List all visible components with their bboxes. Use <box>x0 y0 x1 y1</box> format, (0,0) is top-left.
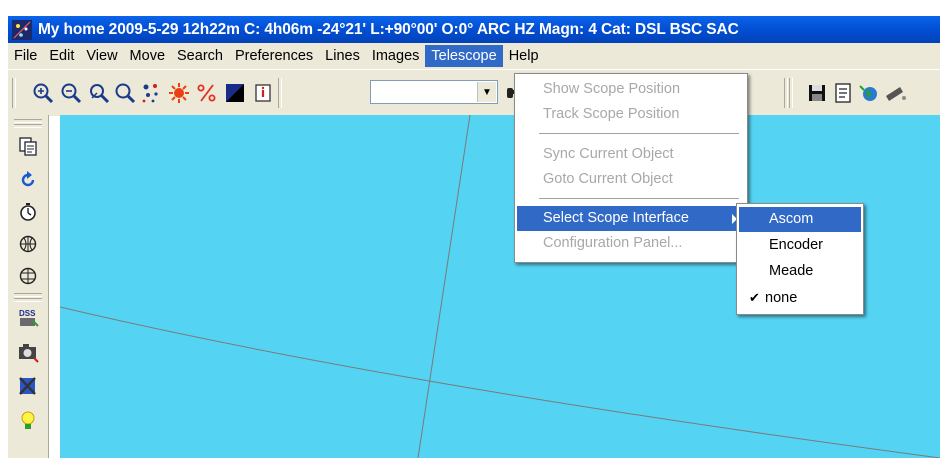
toolbar-grip[interactable] <box>789 78 793 108</box>
save-icon[interactable] <box>804 80 830 106</box>
toolbar-grip[interactable] <box>14 124 42 128</box>
menu-preferences[interactable]: Preferences <box>229 45 319 67</box>
chevron-down-icon[interactable]: ▼ <box>477 82 496 102</box>
menu-show-scope-position[interactable]: Show Scope Position <box>517 77 745 102</box>
window-title: My home 2009-5-29 12h22m C: 4h06m -24°21… <box>38 20 739 38</box>
menu-separator <box>539 198 739 199</box>
stars-icon[interactable] <box>138 80 164 106</box>
svg-text:DSS: DSS <box>19 309 36 318</box>
menu-select-scope-interface[interactable]: Select Scope Interface <box>517 206 745 231</box>
zoom-out-icon[interactable] <box>58 80 84 106</box>
submenu-none[interactable]: ✔ none <box>739 285 861 310</box>
menu-telescope[interactable]: Telescope <box>425 45 503 67</box>
camera-icon[interactable] <box>15 339 41 365</box>
left-toolbar: DSS <box>8 115 49 458</box>
window-top-strip <box>0 0 940 16</box>
menu-help[interactable]: Help <box>503 45 545 67</box>
grid-eq-icon[interactable] <box>15 231 41 257</box>
telescope-dropdown-menu: Show Scope Position Track Scope Position… <box>514 73 748 263</box>
scope-interface-submenu: Ascom Encoder Meade ✔ none <box>736 203 864 315</box>
refresh-icon[interactable] <box>15 167 41 193</box>
app-icon <box>12 19 32 40</box>
telescope-icon[interactable] <box>882 80 908 106</box>
skychart-window: My home 2009-5-29 12h22m C: 4h06m -24°21… <box>0 0 940 458</box>
zoom-in-icon[interactable] <box>30 80 56 106</box>
zoom-area-icon[interactable] <box>86 80 112 106</box>
menu-lines[interactable]: Lines <box>319 45 366 67</box>
submenu-meade[interactable]: Meade <box>739 259 861 284</box>
menu-select-scope-interface-label: Select Scope Interface <box>543 210 689 226</box>
toolbar-grip[interactable] <box>14 293 42 297</box>
menu-separator <box>539 133 739 134</box>
menu-sync-current-object[interactable]: Sync Current Object <box>517 142 745 167</box>
submenu-ascom[interactable]: Ascom <box>739 207 861 232</box>
submenu-none-label: none <box>765 290 798 306</box>
menu-edit[interactable]: Edit <box>43 45 80 67</box>
info-icon[interactable] <box>250 80 276 106</box>
menu-goto-current-object[interactable]: Goto Current Object <box>517 167 745 192</box>
percent-icon[interactable] <box>194 80 220 106</box>
notes-icon[interactable] <box>830 80 856 106</box>
lamp-icon[interactable] <box>15 407 41 433</box>
zoom-fit-icon[interactable] <box>112 80 138 106</box>
search-object-combo[interactable]: ▼ <box>370 80 498 104</box>
menu-images[interactable]: Images <box>366 45 426 67</box>
toolbar-grip[interactable] <box>784 78 788 108</box>
menu-search[interactable]: Search <box>171 45 229 67</box>
title-bar[interactable]: My home 2009-5-29 12h22m C: 4h06m -24°21… <box>8 16 940 43</box>
submenu-encoder[interactable]: Encoder <box>739 233 861 258</box>
image-x-icon[interactable] <box>15 373 41 399</box>
globe-icon[interactable] <box>856 80 882 106</box>
checkmark-icon: ✔ <box>749 290 760 305</box>
grid-alt-icon[interactable] <box>15 263 41 289</box>
main-toolbar: ▼ <box>8 69 940 116</box>
toolbar-grip[interactable] <box>14 298 42 302</box>
toolbar-grip[interactable] <box>12 78 16 108</box>
clock-icon[interactable] <box>15 199 41 225</box>
menu-configuration-panel[interactable]: Configuration Panel... <box>517 231 745 256</box>
toolbar-grip[interactable] <box>14 119 42 123</box>
menu-view[interactable]: View <box>80 45 123 67</box>
menu-file[interactable]: File <box>8 45 43 67</box>
menu-move[interactable]: Move <box>124 45 171 67</box>
black-white-icon[interactable] <box>222 80 248 106</box>
copy-icon[interactable] <box>15 133 41 159</box>
dss-icon[interactable]: DSS <box>15 305 41 331</box>
toolbar-grip[interactable] <box>278 78 282 108</box>
planet-icon[interactable] <box>166 80 192 106</box>
menu-bar: File Edit View Move Search Preferences L… <box>8 43 940 69</box>
menu-track-scope-position[interactable]: Track Scope Position <box>517 102 745 127</box>
